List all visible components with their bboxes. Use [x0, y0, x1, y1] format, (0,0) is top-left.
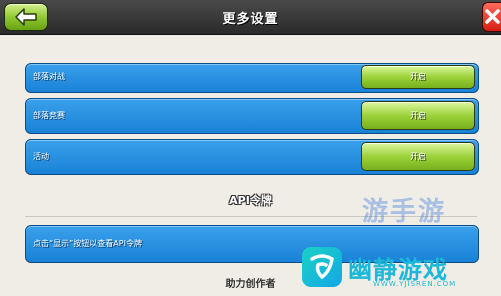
- setting-label: 点击“显示”按钮以查看API令牌: [33, 239, 142, 248]
- toggle-button-clan-games[interactable]: 开启: [361, 101, 475, 130]
- setting-row-clan-games: 部落竞赛 开启: [25, 98, 479, 134]
- setting-label: 部落对战: [33, 72, 65, 81]
- toggle-button-clan-war[interactable]: 开启: [361, 65, 475, 89]
- watermark-logo-icon: [302, 247, 342, 287]
- setting-label: 活动: [33, 152, 49, 161]
- setting-row-events: 活动 开启: [25, 139, 479, 175]
- watermark-url: WWW.YJISREN.COM: [373, 280, 457, 288]
- watermark-overlay-text: 游手游: [362, 197, 447, 227]
- close-button[interactable]: [482, 2, 501, 32]
- setting-row-clan-war: 部落对战 开启: [25, 63, 479, 93]
- setting-label: 部落竞赛: [33, 111, 65, 120]
- top-bar: 更多设置: [0, 0, 501, 35]
- page-title: 更多设置: [222, 12, 279, 27]
- toggle-button-events[interactable]: 开启: [361, 142, 475, 171]
